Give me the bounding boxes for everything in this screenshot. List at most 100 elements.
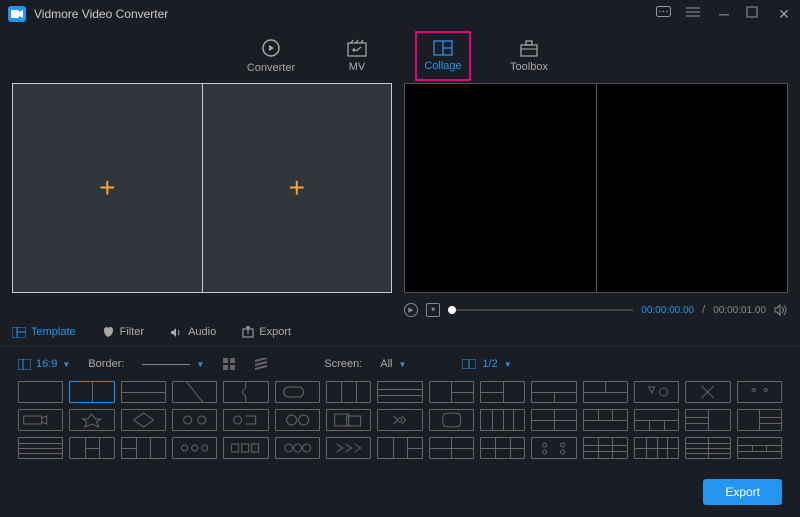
preview-slot-1: [405, 84, 597, 292]
template-cell[interactable]: [172, 409, 217, 431]
tab-label: Collage: [424, 60, 461, 72]
player-controls: ▶ ■ 00:00:00.00/00:00:01.00: [0, 298, 800, 320]
template-cell[interactable]: [480, 409, 525, 431]
template-cell[interactable]: [377, 409, 422, 431]
template-cell[interactable]: [531, 437, 576, 459]
seek-track[interactable]: [448, 309, 633, 311]
tab-toolbox[interactable]: Toolbox: [501, 31, 557, 81]
template-cell[interactable]: [685, 437, 730, 459]
template-cell[interactable]: [377, 381, 422, 403]
collage-slot-1[interactable]: +: [13, 84, 203, 292]
split-icon: [462, 359, 476, 369]
stop-button[interactable]: ■: [426, 303, 440, 317]
template-cell[interactable]: [685, 381, 730, 403]
template-cell[interactable]: [634, 437, 679, 459]
template-cell[interactable]: [737, 437, 782, 459]
pattern-button[interactable]: [254, 357, 268, 371]
template-cell[interactable]: [377, 437, 422, 459]
template-cell[interactable]: [737, 409, 782, 431]
volume-icon[interactable]: [774, 304, 788, 316]
template-cell[interactable]: [18, 381, 63, 403]
template-cell[interactable]: [737, 381, 782, 403]
template-cell[interactable]: [480, 381, 525, 403]
maximize-button[interactable]: [746, 6, 762, 23]
template-cell[interactable]: [275, 381, 320, 403]
template-cell[interactable]: [69, 381, 114, 403]
template-cell[interactable]: [326, 409, 371, 431]
border-label: Border:: [88, 358, 124, 370]
screen-dropdown[interactable]: All ▼: [380, 358, 406, 370]
color-picker-button[interactable]: [222, 357, 236, 371]
seek-thumb[interactable]: [448, 306, 456, 314]
play-button[interactable]: ▶: [404, 303, 418, 317]
options-row: 16:9 ▼ Border: ▼ Screen: All ▼ 1/2 ▼: [0, 347, 800, 377]
template-cell[interactable]: [69, 409, 114, 431]
tab-collage[interactable]: Collage: [415, 31, 471, 81]
template-cell[interactable]: [326, 381, 371, 403]
template-cell[interactable]: [275, 437, 320, 459]
template-cell[interactable]: [583, 381, 628, 403]
template-cell[interactable]: [531, 381, 576, 403]
aspect-ratio-dropdown[interactable]: 16:9 ▼: [18, 358, 70, 370]
minimize-button[interactable]: ─: [716, 6, 732, 23]
subtab-export[interactable]: Export: [242, 326, 291, 338]
subtab-filter[interactable]: Filter: [102, 326, 144, 338]
screen-label: Screen:: [324, 358, 362, 370]
subtab-template[interactable]: Template: [12, 326, 76, 338]
template-cell[interactable]: [223, 409, 268, 431]
converter-icon: [261, 38, 281, 58]
collage-icon: [433, 40, 453, 56]
tab-mv[interactable]: MV: [329, 31, 385, 81]
template-icon: [12, 327, 26, 338]
template-cell[interactable]: [685, 409, 730, 431]
template-cell[interactable]: [121, 409, 166, 431]
template-cell[interactable]: [531, 409, 576, 431]
template-cell[interactable]: [583, 409, 628, 431]
template-cell[interactable]: [275, 409, 320, 431]
tab-label: MV: [349, 61, 366, 73]
close-button[interactable]: ✕: [776, 6, 792, 23]
template-cell[interactable]: [18, 437, 63, 459]
menu-icon[interactable]: [686, 6, 702, 23]
template-cell[interactable]: [480, 437, 525, 459]
tab-label: Toolbox: [510, 61, 548, 73]
template-cell[interactable]: [429, 437, 474, 459]
subtab-audio[interactable]: Audio: [170, 326, 216, 338]
tab-converter[interactable]: Converter: [243, 31, 299, 81]
border-preview: [142, 364, 190, 365]
template-cell[interactable]: [69, 437, 114, 459]
template-cell[interactable]: [634, 409, 679, 431]
feedback-icon[interactable]: [656, 6, 672, 23]
template-cell[interactable]: [172, 437, 217, 459]
subtab-label: Template: [31, 326, 76, 338]
split-dropdown[interactable]: 1/2 ▼: [462, 358, 511, 370]
border-style-dropdown[interactable]: ▼: [142, 360, 204, 369]
template-cell[interactable]: [634, 381, 679, 403]
template-cell[interactable]: [223, 437, 268, 459]
template-cell[interactable]: [429, 381, 474, 403]
template-cell[interactable]: [429, 409, 474, 431]
template-cell[interactable]: [583, 437, 628, 459]
template-cell[interactable]: [326, 437, 371, 459]
audio-icon: [170, 327, 183, 338]
app-title: Vidmore Video Converter: [34, 7, 168, 21]
filter-icon: [102, 326, 115, 338]
tab-label: Converter: [247, 62, 295, 74]
template-cell[interactable]: [223, 381, 268, 403]
collage-slot-2[interactable]: +: [203, 84, 392, 292]
sub-tabs: Template Filter Audio Export: [0, 320, 800, 347]
aspect-icon: [18, 359, 31, 370]
template-grid: [0, 377, 800, 463]
chevron-down-icon: ▼: [504, 360, 512, 369]
template-cell[interactable]: [18, 409, 63, 431]
template-cell[interactable]: [121, 381, 166, 403]
template-cell[interactable]: [121, 437, 166, 459]
aspect-value: 16:9: [36, 358, 57, 370]
titlebar: Vidmore Video Converter ─ ✕: [0, 0, 800, 28]
export-button[interactable]: Export: [703, 479, 782, 505]
add-icon: +: [99, 172, 115, 204]
template-cell[interactable]: [172, 381, 217, 403]
mv-icon: [347, 39, 367, 57]
app-logo-icon: [8, 6, 26, 22]
window-controls: ─ ✕: [656, 6, 792, 23]
